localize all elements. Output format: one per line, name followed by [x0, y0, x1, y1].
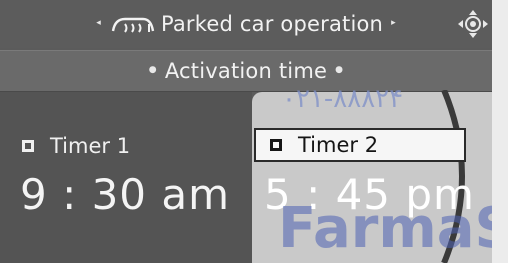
timer-1-checkbox[interactable] [22, 140, 34, 152]
subheader-bar: ● Activation time ● [0, 50, 492, 92]
scroll-right-indicator: ▸ [391, 18, 396, 28]
scroll-left-indicator: ◂ [96, 18, 101, 28]
heated-seat-icon [111, 17, 155, 33]
title-bar: ◂ Parked car operation ▸ [0, 0, 492, 48]
parked-car-screen: ◂ Parked car operation ▸ ● Activation ti… [0, 0, 508, 263]
timer-2-label: Timer 2 [298, 133, 379, 157]
sub-scroll-right-indicator: ● [335, 65, 344, 75]
idrive-controller-icon[interactable] [456, 8, 490, 40]
timer-1-option[interactable]: Timer 1 [22, 134, 130, 158]
timer-2-option[interactable]: Timer 2 [254, 128, 466, 162]
timer-2-checkbox[interactable] [270, 139, 282, 151]
subheader-title: Activation time [164, 59, 328, 83]
watermark-text: FarmaS [278, 196, 508, 261]
timer-1-label: Timer 1 [50, 134, 131, 158]
watermark-number: ۰۲۱-۸۸۸۲۴ [282, 84, 404, 114]
page-title: Parked car operation [160, 12, 384, 36]
timer-1-time: 9 : 30 am [20, 170, 231, 219]
edge-strip [492, 0, 508, 263]
sub-scroll-left-indicator: ● [148, 65, 157, 75]
